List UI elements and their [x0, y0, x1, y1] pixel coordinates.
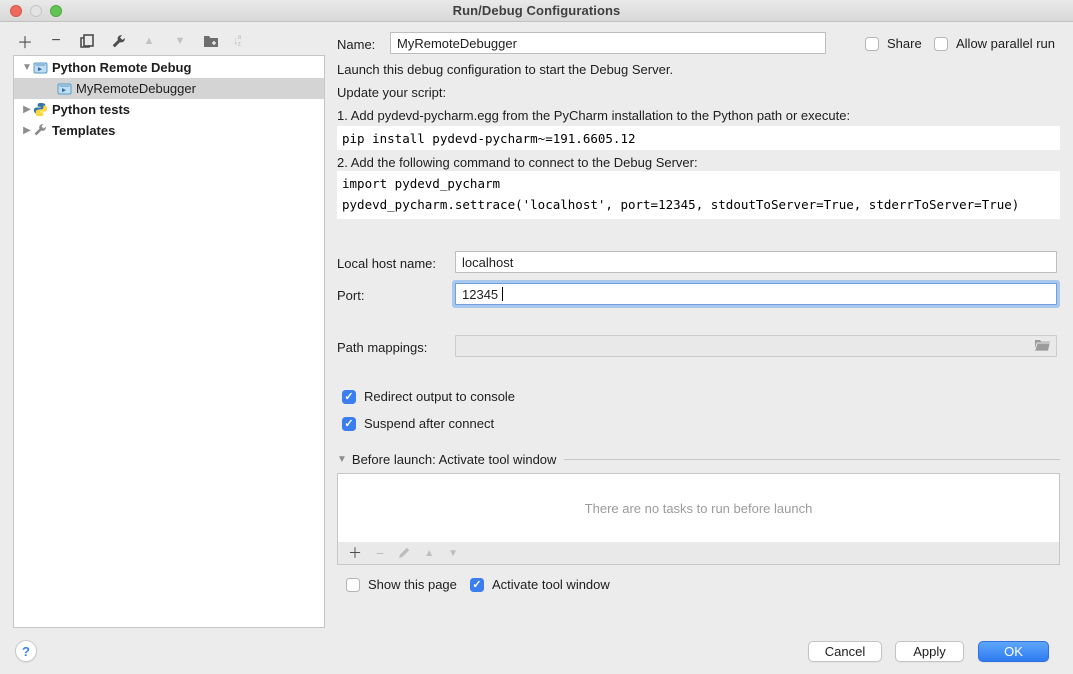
configurations-toolbar: ＋ − ▲ ▼ ↓az [16, 30, 241, 52]
chevron-right-icon[interactable]: ▶ [21, 104, 33, 115]
copy-icon[interactable] [78, 32, 96, 50]
python-logo-icon [33, 102, 48, 117]
cancel-button[interactable]: Cancel [808, 641, 882, 662]
browse-folder-icon[interactable] [1034, 338, 1051, 354]
code-line: pydevd_pycharm.settrace('localhost', por… [342, 194, 1055, 215]
wrench-icon [33, 123, 48, 138]
add-icon[interactable]: ＋ [16, 32, 34, 50]
run-config-icon [33, 60, 48, 75]
window-title: Run/Debug Configurations [0, 3, 1073, 18]
description-line-2: Update your script: [337, 85, 446, 100]
chevron-down-icon[interactable]: ▼ [21, 62, 33, 73]
allow-parallel-run-checkbox[interactable]: Allow parallel run [934, 36, 1055, 51]
sort-alphabetically-icon[interactable]: ↓az [233, 34, 241, 48]
path-mappings-label: Path mappings: [337, 340, 427, 355]
checkbox-checked-icon[interactable]: ✓ [470, 578, 484, 592]
share-checkbox[interactable]: Share [865, 36, 922, 51]
new-folder-icon[interactable] [202, 32, 220, 50]
run-config-icon [57, 81, 72, 96]
tree-item-label: Templates [52, 123, 115, 138]
checkbox-checked-icon[interactable]: ✓ [342, 417, 356, 431]
step-2-text: 2. Add the following command to connect … [337, 155, 698, 170]
name-label: Name: [337, 37, 375, 52]
redirect-output-label: Redirect output to console [364, 389, 515, 404]
tree-item-python-remote-debug[interactable]: ▼ Python Remote Debug [14, 57, 324, 78]
move-up-icon[interactable]: ▲ [140, 32, 158, 50]
tree-item-python-tests[interactable]: ▶ Python tests [14, 99, 324, 120]
port-input[interactable] [455, 283, 1057, 305]
settrace-code-block: import pydevd_pycharm pydevd_pycharm.set… [337, 171, 1060, 219]
share-label: Share [887, 36, 922, 51]
description-line-1: Launch this debug configuration to start… [337, 62, 673, 77]
chevron-down-icon[interactable]: ▼ [337, 454, 347, 465]
suspend-after-connect-checkbox[interactable]: ✓ Suspend after connect [342, 416, 494, 431]
move-down-icon[interactable]: ▼ [448, 548, 458, 559]
suspend-after-connect-label: Suspend after connect [364, 416, 494, 431]
remove-icon[interactable]: − [376, 545, 384, 561]
add-icon[interactable]: ＋ [348, 543, 362, 563]
before-launch-label: Before launch: Activate tool window [352, 452, 557, 467]
code-line: import pydevd_pycharm [342, 173, 1055, 194]
section-divider [564, 459, 1060, 460]
tree-item-label: MyRemoteDebugger [76, 81, 196, 96]
path-mappings-field[interactable] [455, 335, 1057, 357]
checkbox-icon[interactable] [865, 37, 879, 51]
tree-item-label: Python tests [52, 102, 130, 117]
show-this-page-label: Show this page [368, 577, 457, 592]
tree-item-label: Python Remote Debug [52, 60, 191, 75]
activate-tool-window-checkbox[interactable]: ✓ Activate tool window [470, 577, 610, 592]
port-label: Port: [337, 288, 364, 303]
remove-icon[interactable]: − [47, 32, 65, 50]
activate-tool-window-label: Activate tool window [492, 577, 610, 592]
checkbox-icon[interactable] [934, 37, 948, 51]
ok-button[interactable]: OK [978, 641, 1049, 662]
local-host-name-label: Local host name: [337, 256, 436, 271]
empty-tasks-message: There are no tasks to run before launch [585, 501, 813, 516]
before-launch-section-header[interactable]: ▼ Before launch: Activate tool window [337, 452, 1060, 467]
before-launch-task-list[interactable]: There are no tasks to run before launch [337, 473, 1060, 543]
checkbox-checked-icon[interactable]: ✓ [342, 390, 356, 404]
edit-defaults-icon[interactable] [109, 32, 127, 50]
configurations-tree: ▼ Python Remote Debug MyRemoteDebugger ▶… [13, 55, 325, 628]
redirect-output-checkbox[interactable]: ✓ Redirect output to console [342, 389, 515, 404]
pip-install-code-block: pip install pydevd-pycharm~=191.6605.12 [337, 126, 1060, 150]
step-1-text: 1. Add pydevd-pycharm.egg from the PyCha… [337, 108, 850, 123]
allow-parallel-run-label: Allow parallel run [956, 36, 1055, 51]
help-button[interactable]: ? [15, 640, 37, 662]
name-input[interactable] [390, 32, 826, 54]
run-debug-configurations-dialog: Run/Debug Configurations ＋ − ▲ ▼ ↓az ▼ P… [0, 0, 1073, 674]
move-up-icon[interactable]: ▲ [424, 548, 434, 559]
tasks-toolbar: ＋ − ▲ ▼ [337, 542, 1060, 565]
code-line: pip install pydevd-pycharm~=191.6605.12 [342, 128, 1055, 149]
edit-icon[interactable] [398, 547, 410, 559]
chevron-right-icon[interactable]: ▶ [21, 125, 33, 136]
move-down-icon[interactable]: ▼ [171, 32, 189, 50]
local-host-name-input[interactable] [455, 251, 1057, 273]
text-caret [502, 287, 503, 301]
tree-item-myremotedebugger[interactable]: MyRemoteDebugger [14, 78, 324, 99]
title-bar: Run/Debug Configurations [0, 0, 1073, 22]
tree-item-templates[interactable]: ▶ Templates [14, 120, 324, 141]
show-this-page-checkbox[interactable]: Show this page [346, 577, 457, 592]
apply-button[interactable]: Apply [895, 641, 964, 662]
checkbox-icon[interactable] [346, 578, 360, 592]
